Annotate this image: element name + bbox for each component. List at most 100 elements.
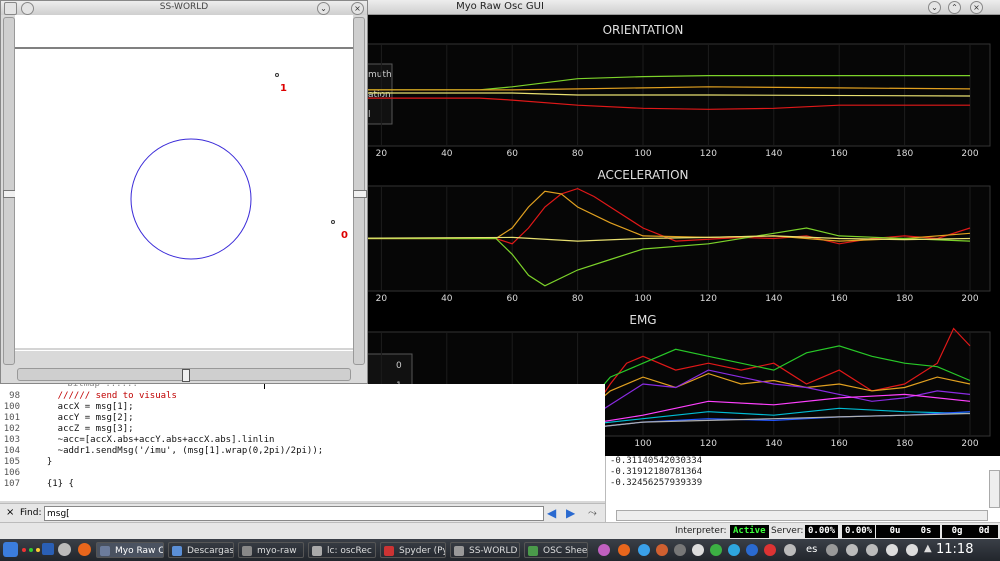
ss-world-window: SS-WORLD ⌄ × 1 0	[0, 0, 368, 384]
line-number: 102	[3, 424, 20, 434]
close-button[interactable]: ×	[351, 2, 364, 15]
start-menu-icon[interactable]	[3, 542, 18, 557]
tray-firefox-icon[interactable]	[618, 544, 630, 556]
code-line[interactable]: accY = msg[2];	[36, 413, 134, 423]
x-tick-label: 140	[765, 149, 782, 159]
close-button[interactable]: ×	[970, 1, 983, 14]
find-input[interactable]	[44, 506, 544, 521]
bottom-slider[interactable]	[17, 368, 351, 382]
app-dot-icon[interactable]	[22, 548, 26, 552]
find-bar: × Find: ◀ ▶ ⤳	[0, 503, 605, 523]
window-menu-icon[interactable]	[4, 2, 17, 15]
firefox-icon[interactable]	[78, 543, 91, 556]
x-tick-label: 180	[896, 439, 913, 449]
code-line[interactable]: accZ = msg[3];	[36, 424, 134, 434]
code-line[interactable]: ~addr1.sendMsg('/imu', (msg[1].wrap(0,2p…	[36, 446, 324, 456]
tray-app-icon[interactable]	[674, 544, 686, 556]
desktop-icon[interactable]	[42, 543, 54, 555]
legend-roll: l	[368, 110, 371, 120]
source-point[interactable]	[331, 220, 335, 224]
task-ss-world[interactable]: SS-WORLD	[450, 542, 520, 558]
server-synths[interactable]: 0s	[912, 525, 940, 538]
replace-icon[interactable]: ⤳	[588, 506, 597, 520]
settings-gear-icon[interactable]	[58, 543, 71, 556]
clock[interactable]: 11:18	[936, 542, 973, 557]
find-close-icon[interactable]: ×	[6, 507, 14, 518]
x-tick-label: 100	[634, 439, 651, 449]
bottom-slider-knob[interactable]	[182, 369, 190, 382]
tray-app-icon[interactable]	[598, 544, 610, 556]
find-next-icon[interactable]: ▶	[566, 506, 575, 520]
line-number: 98	[9, 391, 20, 401]
left-slider[interactable]	[3, 17, 17, 365]
x-tick-label: 100	[634, 149, 651, 159]
ss-world-canvas[interactable]: 1 0	[15, 15, 353, 351]
right-slider-knob[interactable]	[353, 190, 367, 198]
task-label: Myo Raw O	[115, 546, 164, 556]
acceleration-title: ACCELERATION	[597, 168, 688, 182]
post-window[interactable]: -0.31140542030334 -0.31912180781364 -0.3…	[605, 456, 1000, 522]
server-groups[interactable]: 0g	[942, 525, 972, 538]
tray-scissors-icon[interactable]	[784, 544, 796, 556]
task-descargas[interactable]: Descargas	[168, 542, 234, 558]
x-tick-label: 80	[572, 294, 584, 304]
x-tick-label: 140	[765, 439, 782, 449]
tray-app-icon[interactable]	[692, 544, 704, 556]
interpreter-status[interactable]: Active	[730, 525, 769, 538]
task-myo[interactable]: Myo Raw O	[96, 542, 164, 558]
post-hscrollbar[interactable]	[616, 510, 988, 521]
tray-clock-icon[interactable]	[764, 544, 776, 556]
app-dot-icon[interactable]	[29, 548, 33, 552]
post-line: -0.31912180781364	[610, 467, 703, 477]
post-vscrollbar[interactable]	[989, 470, 1000, 508]
x-tick-label: 200	[961, 149, 978, 159]
x-tick-label: 180	[896, 149, 913, 159]
tray-expand-icon[interactable]: ▲	[924, 543, 932, 554]
maximize-button[interactable]: ⌃	[948, 1, 961, 14]
terminal-icon	[242, 546, 252, 556]
spyder-icon	[384, 546, 394, 556]
tray-telegram-icon[interactable]	[728, 544, 740, 556]
x-tick-label: 60	[506, 294, 518, 304]
code-line[interactable]: {1} {	[36, 479, 74, 489]
tray-whatsapp-icon[interactable]	[710, 544, 722, 556]
folder-icon	[172, 546, 182, 556]
pin-button[interactable]	[21, 2, 34, 15]
keyboard-layout[interactable]: es	[806, 544, 817, 555]
x-tick-label: 20	[376, 149, 388, 159]
code-line[interactable]: accX = msg[1];	[36, 402, 134, 412]
tray-volume-icon[interactable]	[826, 544, 838, 556]
code-line[interactable]: ~acc=[accX.abs+accY.abs+accX.abs].linlin	[36, 435, 275, 445]
tray-battery-icon[interactable]	[886, 544, 898, 556]
task-myo-raw[interactable]: myo-raw	[238, 542, 304, 558]
x-tick-label: 120	[700, 439, 717, 449]
tray-bluetooth-icon[interactable]	[866, 544, 878, 556]
minimize-button[interactable]: ⌄	[928, 1, 941, 14]
server-defs[interactable]: 0d	[970, 525, 998, 538]
find-prev-icon[interactable]: ◀	[547, 506, 556, 520]
x-tick-label: 120	[700, 294, 717, 304]
code-line[interactable]: ////// send to visuals	[36, 391, 177, 401]
x-tick-label: 120	[700, 149, 717, 159]
source-point[interactable]	[275, 73, 279, 77]
code-line[interactable]: }	[36, 457, 52, 467]
code-editor[interactable]: 98 ////// send to visuals 100 accX = msg[…	[0, 389, 605, 501]
server-ugens[interactable]: 0u	[876, 525, 914, 538]
tray-bluetooth-icon[interactable]	[746, 544, 758, 556]
tray-network-icon[interactable]	[638, 544, 650, 556]
task-osc-sheet[interactable]: OSC Sheet	[524, 542, 588, 558]
tray-network-icon[interactable]	[846, 544, 858, 556]
task-oscrec[interactable]: lc: oscRec	[308, 542, 376, 558]
line-number: 103	[3, 435, 20, 445]
task-spyder[interactable]: Spyder (Pyt	[380, 542, 446, 558]
minimize-button[interactable]: ⌄	[317, 2, 330, 15]
x-tick-label: 180	[896, 294, 913, 304]
right-slider[interactable]	[353, 17, 367, 365]
tray-app-icon[interactable]	[656, 544, 668, 556]
server-cpu-avg[interactable]: 0.00%	[805, 525, 839, 538]
tray-wifi-icon[interactable]	[906, 544, 918, 556]
status-bar: Interpreter: Active Server: 0.00% 0.00% …	[0, 522, 1000, 540]
task-label: SS-WORLD	[469, 546, 518, 556]
app-dot-icon[interactable]	[36, 548, 40, 552]
server-cpu-peak[interactable]: 0.00%	[842, 525, 876, 538]
